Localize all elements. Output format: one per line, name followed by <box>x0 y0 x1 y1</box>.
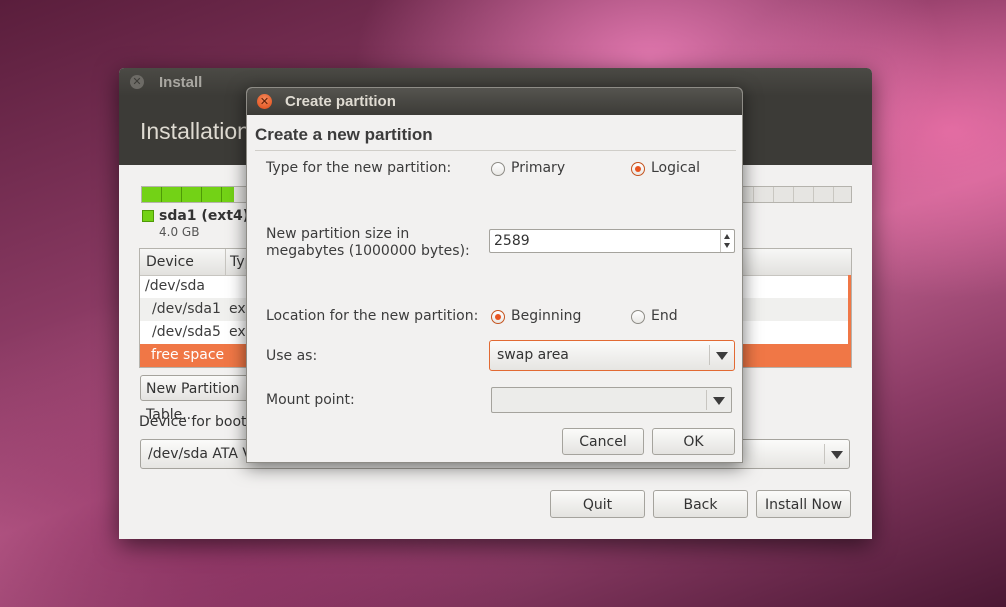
cancel-button[interactable]: Cancel <box>562 428 644 455</box>
row-device: /dev/sda <box>145 278 205 294</box>
close-icon[interactable]: ✕ <box>257 94 272 109</box>
row-device: /dev/sda1 <box>152 301 221 317</box>
install-now-button[interactable]: Install Now <box>756 490 851 518</box>
divider <box>255 150 736 151</box>
partition-size-spinner[interactable]: 2589 <box>489 229 735 253</box>
dialog-title: Create partition <box>285 93 396 110</box>
new-partition-table-button[interactable]: New Partition Table... <box>140 375 250 423</box>
radio-logical[interactable] <box>631 162 645 176</box>
row-device: free space <box>151 347 225 363</box>
partition-location-label: Location for the new partition: <box>266 308 479 324</box>
use-as-value: swap area <box>497 347 569 363</box>
spin-down-icon[interactable] <box>724 243 730 248</box>
close-icon[interactable]: ✕ <box>130 75 144 89</box>
table-selection-edge <box>848 275 851 367</box>
dropdown-divider <box>824 444 825 464</box>
spinner-buttons[interactable] <box>720 230 734 252</box>
column-divider <box>225 249 226 275</box>
back-button[interactable]: Back <box>653 490 748 518</box>
dialog-heading: Create a new partition <box>255 125 433 144</box>
mount-point-dropdown[interactable] <box>491 387 732 413</box>
window-title: Install <box>159 74 203 91</box>
chevron-down-icon <box>716 352 728 360</box>
legend-partition-size: 4.0 GB <box>159 225 200 239</box>
chevron-down-icon <box>713 397 725 405</box>
radio-beginning-label[interactable]: Beginning <box>511 308 581 324</box>
legend-swatch <box>142 210 154 222</box>
radio-logical-label[interactable]: Logical <box>651 160 700 176</box>
dropdown-divider <box>709 345 710 365</box>
radio-primary[interactable] <box>491 162 505 176</box>
use-as-label: Use as: <box>266 348 318 364</box>
mount-point-label: Mount point: <box>266 392 355 408</box>
chevron-down-icon <box>831 451 843 459</box>
radio-end-label[interactable]: End <box>651 308 678 324</box>
row-device: /dev/sda5 <box>152 324 221 340</box>
legend-partition-name: sda1 (ext4) <box>159 208 250 224</box>
dialog-titlebar: ✕ Create partition <box>247 88 742 115</box>
partition-type-label: Type for the new partition: <box>266 160 452 176</box>
partition-size-label: New partition size in megabytes (1000000… <box>266 226 470 259</box>
radio-primary-label[interactable]: Primary <box>511 160 565 176</box>
create-partition-dialog: ✕ Create partition Create a new partitio… <box>246 87 743 463</box>
ok-button[interactable]: OK <box>652 428 735 455</box>
dropdown-divider <box>706 390 707 410</box>
column-header-device[interactable]: Device <box>146 254 194 270</box>
radio-end[interactable] <box>631 310 645 324</box>
radio-beginning[interactable] <box>491 310 505 324</box>
spin-up-icon[interactable] <box>724 234 730 239</box>
use-as-dropdown[interactable]: swap area <box>489 340 735 371</box>
partition-bar-used <box>142 187 235 202</box>
quit-button[interactable]: Quit <box>550 490 645 518</box>
partition-size-value: 2589 <box>494 233 530 249</box>
